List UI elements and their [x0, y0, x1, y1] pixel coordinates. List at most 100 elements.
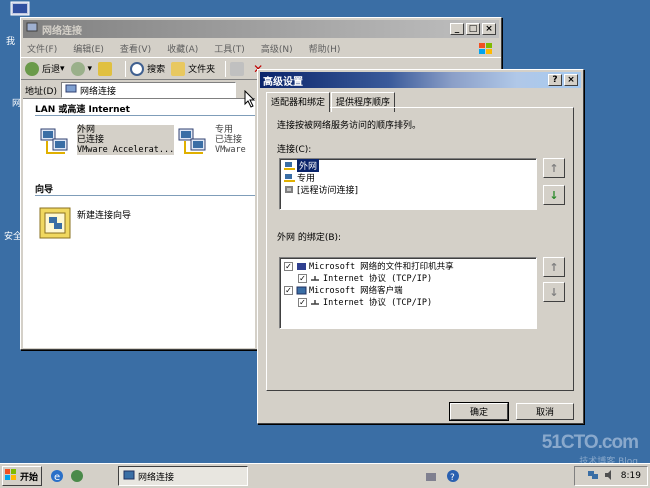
ok-button[interactable]: 确定 [450, 403, 508, 420]
group-divider [35, 195, 255, 196]
back-arrow-icon [25, 61, 39, 76]
windows-logo-icon [475, 41, 497, 57]
network-connection-icon [175, 125, 211, 159]
binding-checkbox[interactable]: ✓ [298, 297, 307, 307]
network-client-icon [296, 286, 307, 295]
network-tray-icon[interactable] [587, 469, 599, 484]
new-connection-wizard-item[interactable]: 新建连接向导 [37, 205, 131, 239]
binding-item[interactable]: ✓ Microsoft 网络的文件和打印机共享 [280, 260, 536, 272]
tray-app-icon[interactable] [424, 469, 438, 486]
down-arrow-icon: ↓ [549, 285, 559, 299]
cancel-button[interactable]: 取消 [516, 403, 574, 420]
menu-file[interactable]: 文件(F) [27, 42, 57, 55]
network-adapter-icon [284, 161, 295, 170]
bindings-label: 外网 的绑定(B): [277, 233, 342, 243]
move-to-button[interactable] [230, 61, 247, 76]
address-input[interactable]: 网络连接 [60, 82, 236, 98]
advanced-settings-dialog: 高级设置 ? × 适配器和绑定 提供程序顺序 连接按被网络服务访问的顺序排列。 … [257, 69, 584, 424]
up-arrow-icon: ↑ [549, 161, 559, 175]
connection-device: VMware Accelerat... [77, 145, 175, 155]
tab-panel: 连接按被网络服务访问的顺序排列。 连接(C): 外网 专用 [远程访问连接] ↑… [266, 107, 574, 391]
minimize-button[interactable]: _ [450, 23, 464, 35]
volume-icon[interactable] [603, 469, 615, 484]
menu-view[interactable]: 查看(V) [120, 42, 151, 55]
folder-icon [171, 61, 186, 76]
taskbar: 开始 e 网络连接 ? 8:19 [0, 463, 650, 488]
connection-move-down-button[interactable]: ↓ [543, 185, 565, 205]
dialog-titlebar[interactable]: 高级设置 ? × [260, 72, 581, 88]
back-button[interactable]: 后退 ▾ [25, 61, 65, 76]
connections-listbox[interactable]: 外网 专用 [远程访问连接] [279, 158, 537, 210]
up-folder-button[interactable] [98, 61, 115, 76]
move-icon [230, 61, 245, 76]
connection-status: 已连接 [77, 135, 105, 145]
internet-explorer-icon[interactable]: e [50, 469, 64, 486]
mouse-cursor-icon [244, 89, 256, 111]
remote-access-icon [284, 185, 295, 194]
network-adapter-icon [284, 173, 295, 182]
down-arrow-icon: ↓ [549, 188, 559, 202]
toolbar-separator [125, 60, 127, 77]
help-icon[interactable]: ? [446, 469, 460, 486]
connection-move-up-button[interactable]: ↑ [543, 158, 565, 178]
up-arrow-icon: ↑ [549, 260, 559, 274]
close-button[interactable]: × [482, 23, 496, 35]
protocol-icon [310, 274, 321, 283]
binding-item[interactable]: ✓ Microsoft 网络客户端 [280, 284, 536, 296]
menu-help[interactable]: 帮助(H) [309, 42, 341, 55]
menu-tools[interactable]: 工具(T) [214, 42, 245, 55]
binding-item[interactable]: ✓ Internet 协议 (TCP/IP) [280, 272, 536, 284]
tab-adapters-bindings[interactable]: 适配器和绑定 [266, 92, 331, 112]
start-button[interactable]: 开始 [2, 466, 42, 486]
menu-advanced[interactable]: 高级(N) [261, 42, 293, 55]
watermark-site: 51CTO.com [541, 432, 639, 453]
network-icon [26, 22, 38, 37]
connection-item-private[interactable]: 专用 已连接 VMware [175, 125, 246, 159]
connection-device: VMware [215, 145, 246, 155]
protocol-icon [310, 298, 321, 307]
system-tray: 8:19 [574, 466, 648, 486]
order-description: 连接按被网络服务访问的顺序排列。 [277, 121, 422, 131]
connection-name: 专用 [215, 125, 234, 135]
network-folder-icon [65, 84, 77, 97]
bindings-treeview[interactable]: ✓ Microsoft 网络的文件和打印机共享 ✓ Internet 协议 (T… [279, 257, 537, 329]
help-button[interactable]: ? [548, 74, 562, 86]
svg-text:e: e [54, 472, 60, 483]
binding-checkbox[interactable]: ✓ [284, 261, 293, 271]
search-button[interactable]: 搜索 [130, 61, 165, 76]
list-item[interactable]: 专用 [280, 171, 536, 184]
connection-item-external[interactable]: 外网 已连接 VMware Accelerat... [37, 125, 175, 159]
wizard-label: 新建连接向导 [77, 211, 132, 221]
binding-move-up-button[interactable]: ↑ [543, 257, 565, 277]
binding-move-down-button[interactable]: ↓ [543, 282, 565, 302]
binding-checkbox[interactable]: ✓ [298, 273, 307, 283]
file-sharing-icon [296, 262, 307, 271]
list-item[interactable]: 外网 [280, 158, 536, 172]
dialog-close-button[interactable]: × [564, 74, 578, 86]
connections-label: 连接(C): [277, 145, 312, 155]
forward-button[interactable]: ▾ [70, 61, 92, 76]
window-titlebar[interactable]: 网络连接 _ □ × [23, 20, 499, 38]
group-divider [35, 115, 255, 116]
wizard-icon [37, 205, 73, 239]
connection-status: 已连接 [215, 135, 243, 145]
binding-item[interactable]: ✓ Internet 协议 (TCP/IP) [280, 296, 536, 308]
window-title: 网络连接 [42, 25, 82, 37]
taskbar-button-network-connections[interactable]: 网络连接 [118, 466, 248, 486]
clock[interactable]: 8:19 [621, 471, 641, 481]
outlook-express-icon[interactable] [70, 469, 84, 486]
maximize-button[interactable]: □ [466, 23, 480, 35]
connection-name: 外网 [77, 125, 96, 135]
binding-checkbox[interactable]: ✓ [284, 285, 293, 295]
menu-edit[interactable]: 编辑(E) [73, 42, 104, 55]
menu-bar: 文件(F) 编辑(E) 查看(V) 收藏(A) 工具(T) 高级(N) 帮助(H… [21, 40, 501, 58]
forward-arrow-icon [70, 61, 85, 76]
group-header-lan: LAN 或高速 Internet [35, 105, 130, 115]
address-label: 地址(D) [25, 86, 57, 97]
menu-favorites[interactable]: 收藏(A) [167, 42, 198, 55]
list-item[interactable]: [远程访问连接] [280, 183, 536, 196]
svg-text:?: ? [450, 473, 455, 483]
search-icon [130, 61, 145, 76]
folders-button[interactable]: 文件夹 [171, 61, 215, 76]
group-header-wizard: 向导 [35, 185, 54, 195]
